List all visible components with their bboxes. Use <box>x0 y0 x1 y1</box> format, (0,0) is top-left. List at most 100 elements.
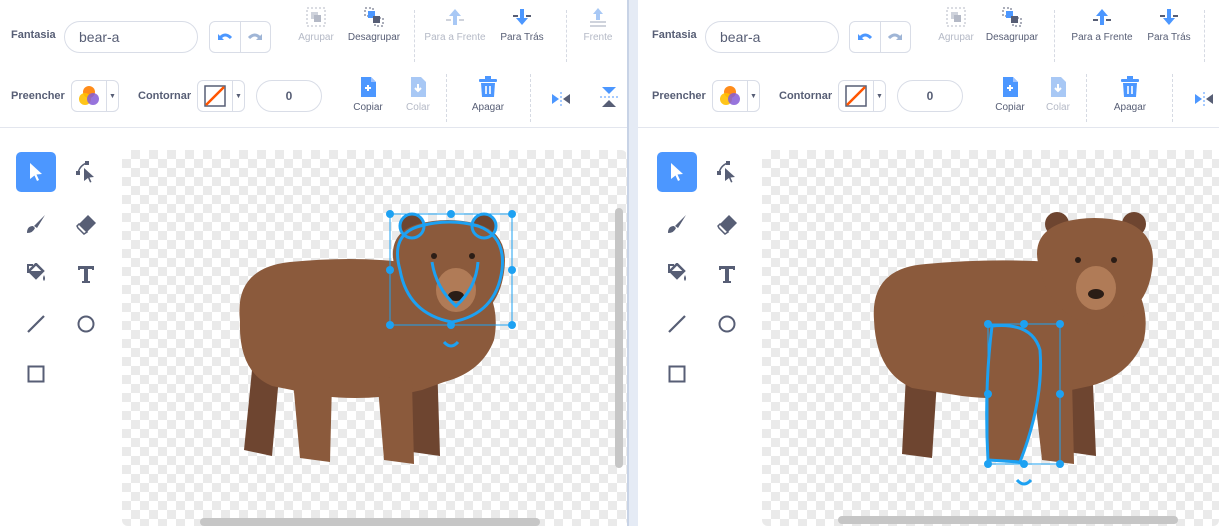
flip-horizontal-button[interactable] <box>1164 92 1219 106</box>
costume-name-input[interactable]: bear-a <box>64 21 198 53</box>
toolbar-divider <box>446 74 447 122</box>
line-icon <box>27 315 45 333</box>
bring-to-front-icon <box>590 8 606 27</box>
rectangle-icon <box>27 365 45 383</box>
vertical-scrollbar[interactable] <box>615 208 623 468</box>
rectangle-tool[interactable] <box>657 354 697 394</box>
paste-label: Colar <box>406 102 430 113</box>
copy-icon <box>1003 77 1018 97</box>
arrow-down-icon <box>513 9 531 25</box>
front-button[interactable]: Frente <box>558 6 627 43</box>
fill-label: Preencher <box>652 90 706 102</box>
reshape-tool[interactable] <box>66 152 106 192</box>
circle-icon <box>77 315 95 333</box>
redo-icon <box>248 33 263 40</box>
redo-icon <box>888 33 903 40</box>
fill-tool[interactable] <box>657 254 697 294</box>
reshape-tool[interactable] <box>707 152 747 192</box>
no-color-icon <box>845 85 867 107</box>
forward-label: Para a Frente <box>424 32 486 43</box>
arrow-down-icon <box>1160 9 1178 25</box>
text-tool[interactable] <box>707 254 747 294</box>
fill-color-picker[interactable]: ▼ <box>71 80 119 112</box>
forward-label: Para a Frente <box>1071 32 1133 43</box>
outline-color-picker[interactable]: ▼ <box>197 80 245 112</box>
ungroup-label: Desagrupar <box>347 32 401 43</box>
line-tool[interactable] <box>16 304 56 344</box>
fill-color-icon <box>79 86 99 105</box>
costume-name-input[interactable]: bear-a <box>705 21 839 53</box>
arrow-up-icon <box>1093 9 1111 25</box>
eraser-tool[interactable] <box>707 204 747 244</box>
backward-button[interactable]: Para Trás <box>1129 6 1209 43</box>
drawing-canvas[interactable] <box>762 150 1219 526</box>
eraser-tool[interactable] <box>66 204 106 244</box>
ungroup-label: Desagrupar <box>985 32 1039 43</box>
horizontal-scrollbar[interactable] <box>838 516 1178 524</box>
circle-tool[interactable] <box>707 304 747 344</box>
rectangle-tool[interactable] <box>16 354 56 394</box>
redo-button[interactable] <box>239 22 271 52</box>
fill-color-picker[interactable]: ▼ <box>712 80 760 112</box>
circle-icon <box>718 315 736 333</box>
ungroup-button[interactable]: Desagrupar <box>972 6 1052 43</box>
outline-width-input[interactable]: 0 <box>256 80 322 112</box>
paste-icon <box>1051 77 1066 97</box>
circle-tool[interactable] <box>66 304 106 344</box>
select-tool[interactable] <box>16 152 56 192</box>
chevron-down-icon: ▼ <box>873 81 885 111</box>
flip-vertical-button[interactable] <box>569 86 627 108</box>
undo-icon <box>217 33 232 40</box>
outline-label: Contornar <box>779 90 833 102</box>
flip-horizontal-icon <box>1195 92 1213 106</box>
fill-label: Preencher <box>11 90 65 102</box>
ungroup-button[interactable]: Desagrupar <box>334 6 414 43</box>
delete-button[interactable]: Apagar <box>1090 76 1170 113</box>
copy-icon <box>361 77 376 97</box>
ungroup-icon <box>1002 7 1022 27</box>
screenshot-divider <box>627 0 638 526</box>
backward-button[interactable]: Para Trás <box>482 6 562 43</box>
arrow-up-icon <box>446 9 464 25</box>
toolbar-divider <box>1086 74 1087 122</box>
trash-icon <box>1121 76 1139 97</box>
fill-color-icon <box>720 86 740 105</box>
no-color-icon <box>204 85 226 107</box>
paste-icon <box>411 77 426 97</box>
redo-button[interactable] <box>879 22 911 52</box>
paste-label: Colar <box>1046 102 1070 113</box>
select-icon <box>671 163 683 181</box>
undo-icon <box>857 33 872 40</box>
undo-redo-group <box>849 21 911 53</box>
undo-button[interactable] <box>850 22 880 52</box>
text-tool[interactable] <box>66 254 106 294</box>
fill-tool[interactable] <box>16 254 56 294</box>
horizontal-scrollbar[interactable] <box>200 518 540 526</box>
chevron-down-icon: ▼ <box>747 81 759 111</box>
group-icon <box>306 7 326 27</box>
rectangle-icon <box>668 365 686 383</box>
bottom-toolbar: Preencher ▼ Contornar ▼ 0 Copiar Colar A <box>638 68 1219 126</box>
line-tool[interactable] <box>657 304 697 344</box>
eraser-icon <box>76 215 96 235</box>
trash-icon <box>479 76 497 97</box>
front-label: Frente <box>583 32 613 43</box>
outline-width-input[interactable]: 0 <box>897 80 963 112</box>
outline-label: Contornar <box>138 90 192 102</box>
costume-label: Fantasia <box>11 29 56 41</box>
reshape-icon <box>76 161 94 183</box>
select-tool[interactable] <box>657 152 697 192</box>
outline-color-picker[interactable]: ▼ <box>838 80 886 112</box>
undo-button[interactable] <box>210 22 240 52</box>
costume-label: Fantasia <box>652 29 697 41</box>
brush-tool[interactable] <box>16 204 56 244</box>
drawing-canvas[interactable] <box>122 150 627 526</box>
brush-tool[interactable] <box>657 204 697 244</box>
paint-editor-right: Fantasia bear-a Agrupar Desagrupar Para … <box>638 0 1219 526</box>
top-toolbar: Fantasia bear-a Agrupar Desagrupar Para … <box>0 6 627 66</box>
bear-costume <box>873 212 1153 486</box>
backward-label: Para Trás <box>1147 32 1191 43</box>
top-toolbar: Fantasia bear-a Agrupar Desagrupar Para … <box>638 6 1219 66</box>
paint-bucket-icon <box>668 263 686 281</box>
delete-button[interactable]: Apagar <box>448 76 528 113</box>
